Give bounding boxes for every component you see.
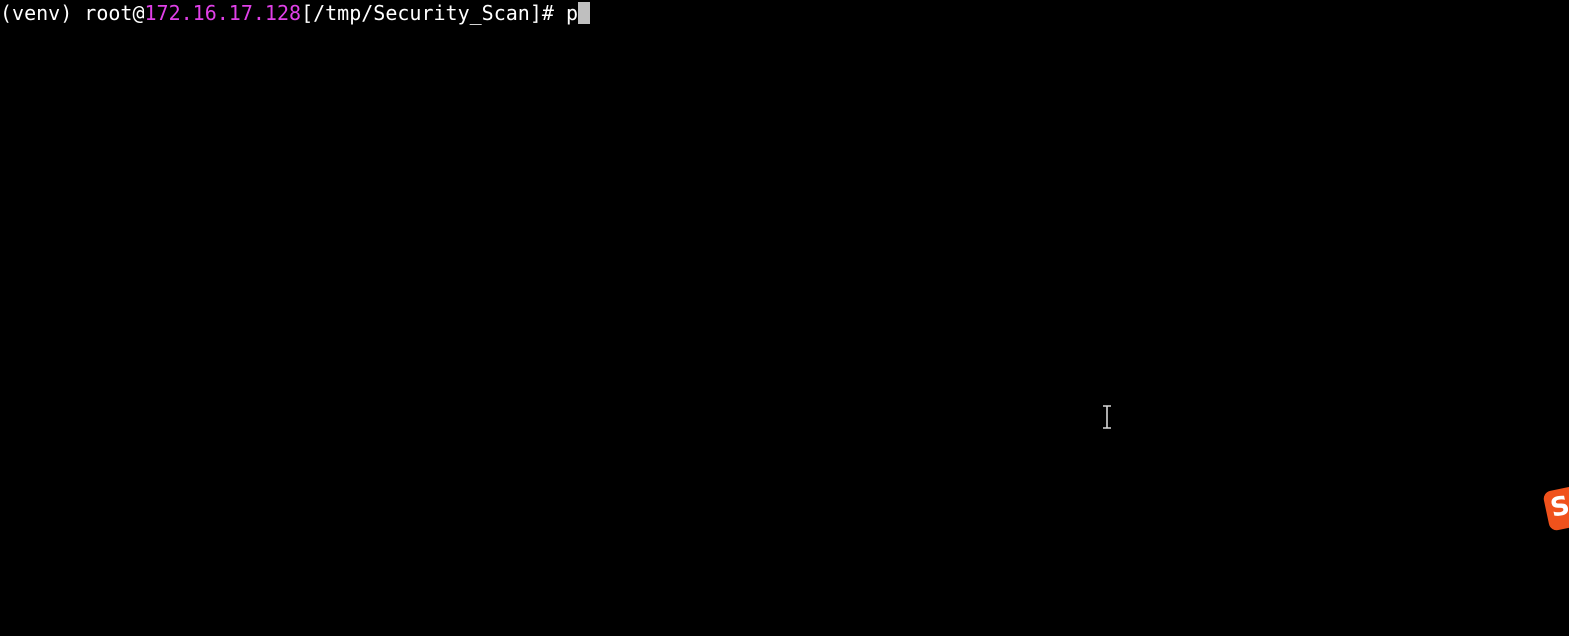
prompt-host: 172.16.17.128 bbox=[144, 1, 302, 25]
ime-s-icon[interactable]: S bbox=[1542, 484, 1569, 532]
command-line[interactable]: (venv) root@172.16.17.128[/tmp/Security_… bbox=[0, 1, 591, 25]
ibeam-cursor-icon bbox=[1103, 405, 1111, 429]
prompt-path: [/tmp/Security_Scan]# bbox=[301, 1, 566, 25]
prompt-user: root@ bbox=[84, 1, 145, 25]
typed-input[interactable]: p bbox=[566, 1, 578, 25]
terminal-window[interactable]: (venv) root@172.16.17.128[/tmp/Security_… bbox=[0, 0, 1569, 636]
ime-badge-letter: S bbox=[1547, 490, 1569, 524]
text-cursor bbox=[578, 2, 591, 24]
venv-prefix: (venv) bbox=[0, 1, 85, 25]
